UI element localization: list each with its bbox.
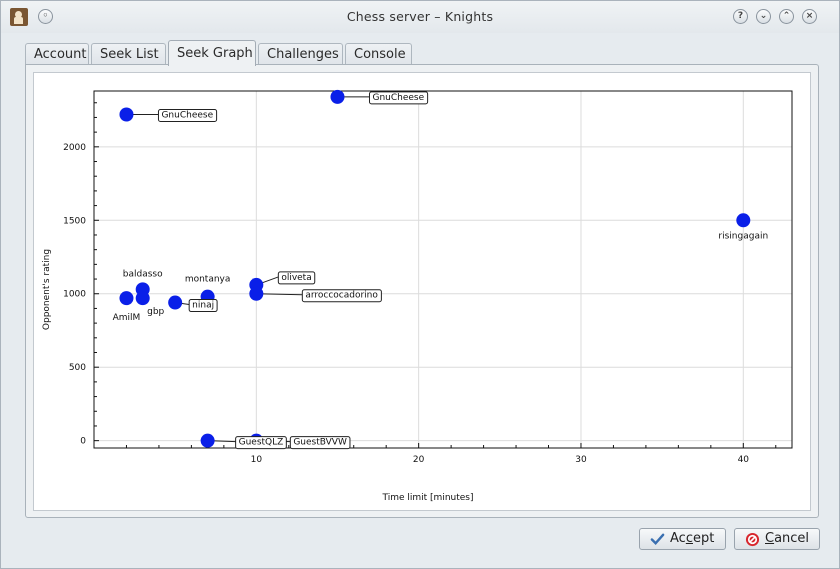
seek-point (168, 295, 183, 310)
accept-label-pre: Ac (670, 531, 686, 546)
seek-label: gbp (147, 307, 164, 317)
x-tick-label: 20 (413, 455, 425, 465)
title-bar[interactable]: ◦ Chess server – Knights ? ⌄ ⌃ × (1, 1, 839, 33)
y-tick-label: 1000 (63, 290, 86, 300)
seek-graph-panel: 10 20 30 40 0 500 1000 1500 2000 Time limit [minu… (25, 64, 819, 518)
seek-point (249, 286, 264, 301)
seek-label: risingagain (718, 231, 768, 241)
app-window: ◦ Chess server – Knights ? ⌄ ⌃ × Account… (0, 0, 840, 569)
tab-seek-graph[interactable]: Seek Graph (168, 40, 256, 66)
tab-challenges[interactable]: Challenges (258, 43, 343, 65)
seek-label: oliveta (281, 273, 311, 283)
help-icon[interactable]: ? (733, 9, 748, 24)
seek-label: ninaj (192, 301, 214, 311)
tab-console[interactable]: Console (345, 43, 412, 65)
y-axis-label: Opponent's rating (42, 249, 52, 330)
seek-label: GuestQLZ (239, 438, 284, 448)
cancel-label-mnemonic: C (765, 531, 775, 546)
x-axis-label: Time limit [minutes] (382, 493, 474, 503)
tab-seek-list[interactable]: Seek List (91, 43, 166, 65)
seek-point (330, 89, 345, 104)
minimize-icon[interactable]: ⌄ (756, 9, 771, 24)
seek-label: GnuCheese (372, 93, 424, 103)
cancel-label-post: ancel (774, 531, 810, 546)
seek-graph-frame: 10 20 30 40 0 500 1000 1500 2000 Time limit [minu… (33, 72, 811, 511)
close-icon[interactable]: × (802, 9, 817, 24)
seek-label: baldasso (123, 269, 163, 279)
check-icon (650, 533, 665, 546)
y-tick-label: 500 (69, 363, 86, 373)
seek-point (119, 107, 134, 122)
seek-point (119, 291, 134, 306)
maximize-icon[interactable]: ⌃ (779, 9, 794, 24)
x-tick-label: 40 (738, 455, 750, 465)
accept-label-mnemonic: c (685, 531, 693, 546)
seek-graph-chart: 10 20 30 40 0 500 1000 1500 2000 Time limit [minu… (42, 89, 793, 503)
accept-label-post: ept (692, 531, 715, 546)
x-tick-label: 10 (251, 455, 263, 465)
seek-point (135, 291, 150, 306)
tab-account[interactable]: Account (25, 43, 89, 65)
y-tick-label: 1500 (63, 216, 86, 226)
plot-area (93, 90, 793, 449)
window-title: Chess server – Knights (346, 9, 494, 24)
seek-label: montanya (185, 275, 231, 285)
y-tick-label: 0 (80, 437, 86, 447)
seek-label: AmilM (113, 313, 141, 323)
y-tick-label: 2000 (63, 143, 86, 153)
seek-label: arroccocadorino (305, 291, 378, 301)
x-tick-label: 30 (575, 455, 587, 465)
seek-label: GuestBVVW (293, 438, 347, 448)
accept-button[interactable]: Accept (639, 528, 726, 550)
seek-point (200, 433, 215, 448)
seek-point (736, 213, 751, 228)
seek-label: GnuCheese (161, 111, 213, 121)
cancel-button[interactable]: Cancel (734, 528, 820, 550)
cancel-icon (745, 532, 760, 547)
